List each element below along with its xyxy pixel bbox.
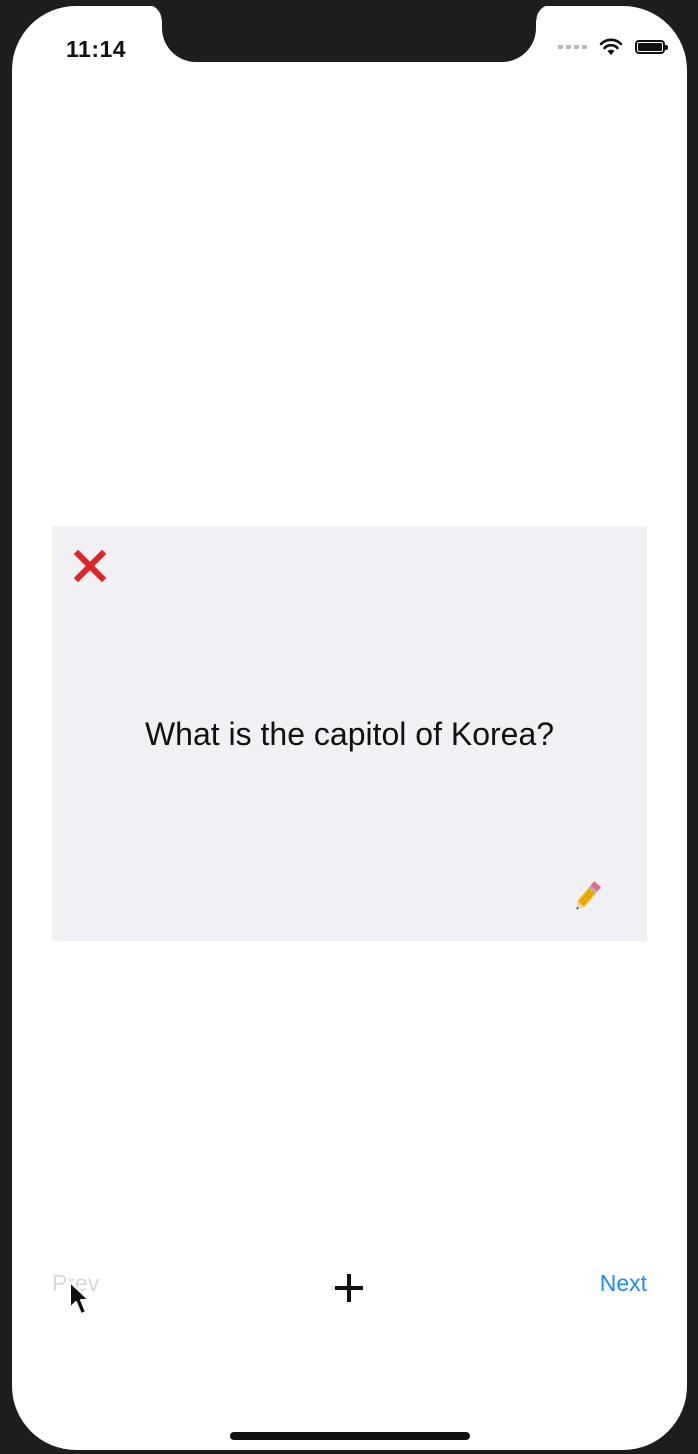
next-button[interactable]: Next — [600, 1270, 647, 1297]
prev-button[interactable]: Prev — [52, 1270, 99, 1297]
delete-card-button[interactable] — [72, 548, 108, 584]
card-question: What is the capitol of Korea? — [144, 716, 555, 752]
flashcard[interactable]: What is the capitol of Korea? — [52, 526, 647, 941]
x-mark-icon — [73, 549, 107, 583]
home-indicator[interactable] — [230, 1432, 470, 1440]
device-notch — [146, 6, 552, 62]
device-frame: 11:14 What is the capitol of Korea? Prev… — [0, 0, 698, 1454]
plus-icon — [335, 1274, 363, 1302]
battery-icon — [635, 40, 668, 54]
status-icons — [558, 38, 668, 56]
status-time: 11:14 — [66, 36, 127, 62]
pencil-icon — [576, 881, 601, 910]
app-screen: 11:14 What is the capitol of Korea? Prev… — [12, 6, 687, 1450]
edit-card-button[interactable] — [567, 876, 607, 916]
add-card-button[interactable] — [330, 1269, 368, 1307]
cellular-signal-icon — [558, 45, 587, 49]
wifi-icon — [599, 38, 623, 55]
